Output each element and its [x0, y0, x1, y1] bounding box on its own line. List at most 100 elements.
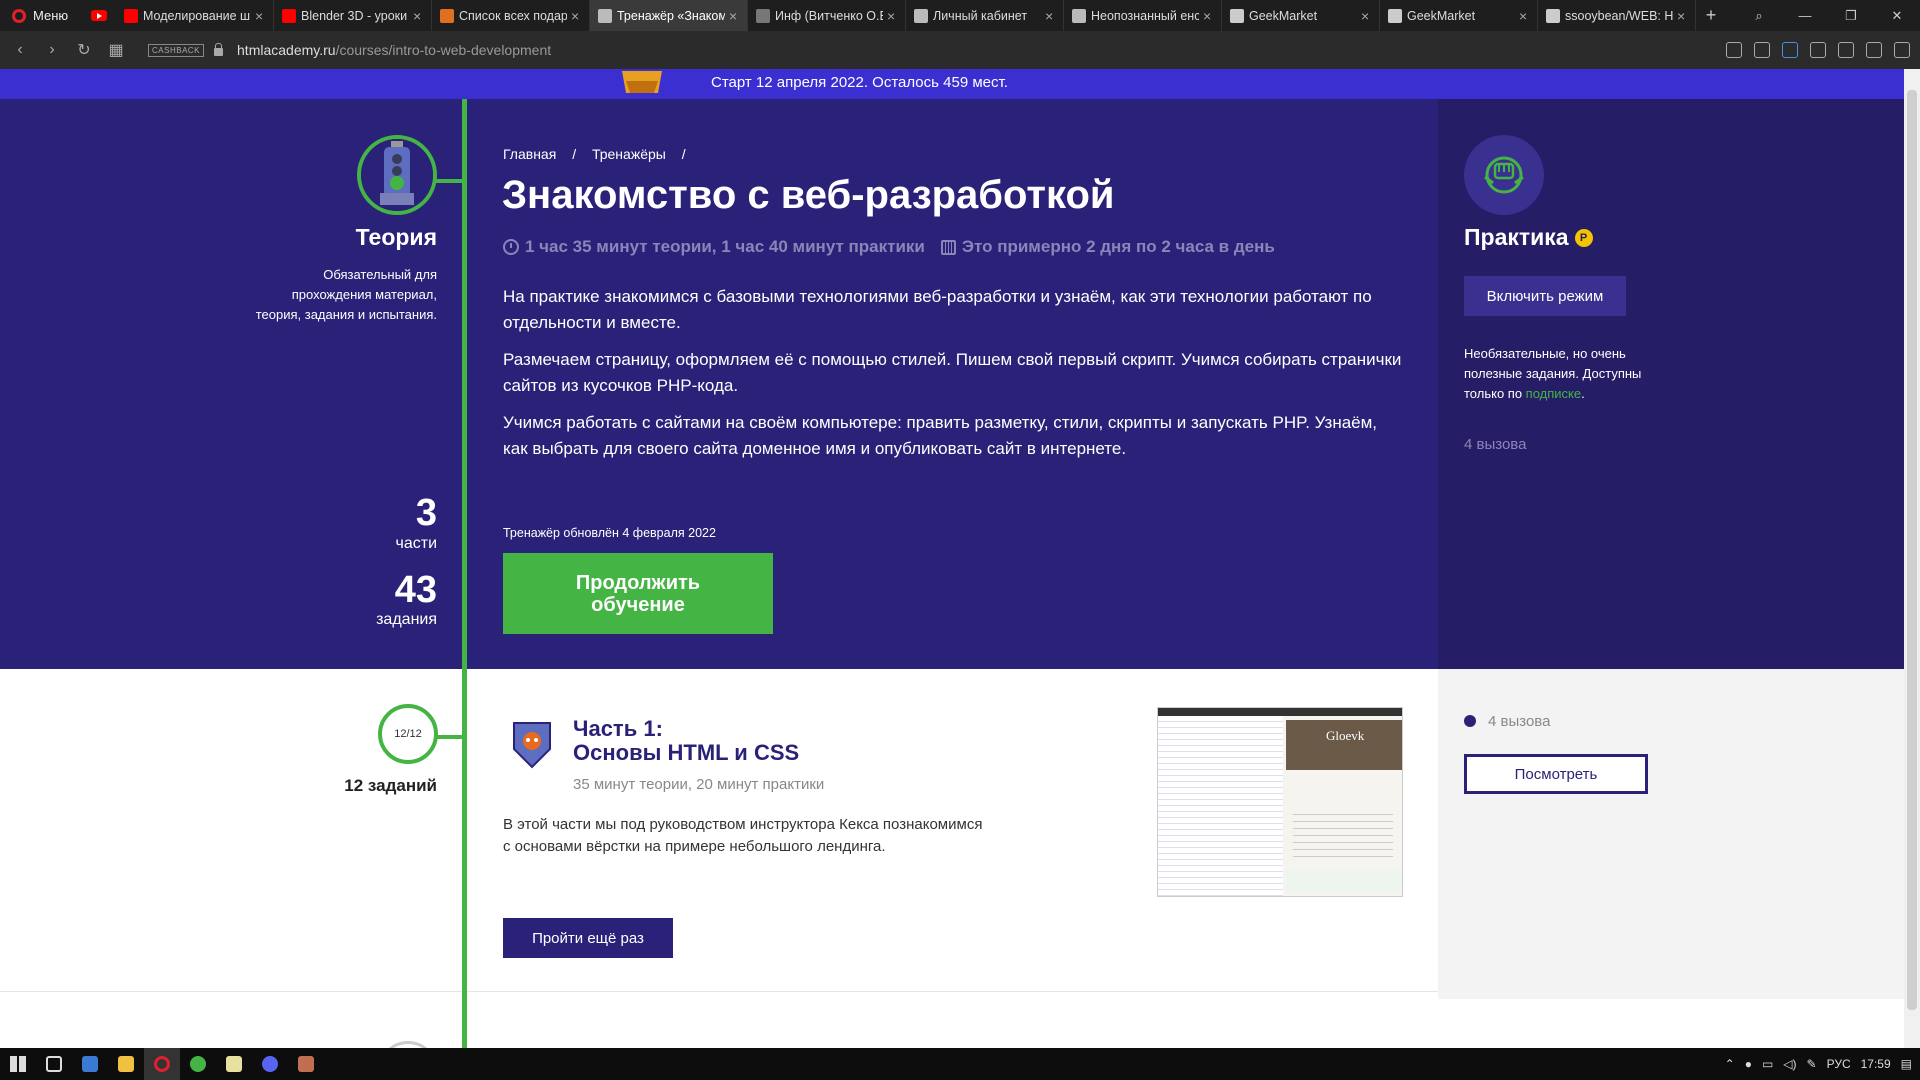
enable-mode-button[interactable]: Включить режим	[1464, 276, 1626, 316]
part-tasks-count: 12 заданий	[344, 776, 437, 795]
tab-close-icon[interactable]: ×	[571, 8, 583, 24]
url-field[interactable]: htmlacademy.ru/courses/intro-to-web-deve…	[237, 42, 551, 58]
tab-label: Список всех подар	[459, 8, 567, 23]
language-indicator[interactable]: РУС	[1827, 1057, 1851, 1071]
heart-icon[interactable]	[1838, 42, 1854, 58]
vpn-shield-icon[interactable]	[1782, 42, 1798, 58]
browser-tab[interactable]: GeekMarket ×	[1222, 0, 1380, 31]
taskbar-app[interactable]	[288, 1048, 324, 1080]
tab-favicon-icon	[124, 8, 138, 23]
start-button[interactable]	[0, 1048, 36, 1080]
updated-date: Тренажёр обновлён 4 февраля 2022	[503, 526, 716, 540]
taskbar-app[interactable]	[72, 1048, 108, 1080]
pinned-youtube-tab[interactable]	[82, 0, 116, 31]
tab-close-icon[interactable]: ×	[255, 8, 267, 24]
retry-button[interactable]: Пройти ещё раз	[503, 918, 673, 958]
tab-close-icon[interactable]: ×	[413, 8, 425, 24]
browser-menu-label: Меню	[33, 8, 69, 23]
traffic-light-icon	[361, 139, 433, 211]
taskbar-app[interactable]	[216, 1048, 252, 1080]
breadcrumb-separator: /	[572, 146, 577, 162]
system-tray: ⌃ ● ▭ ◁) ✎ РУС 17:59 ▤	[1725, 1048, 1912, 1080]
task-view-button[interactable]	[36, 1048, 72, 1080]
cashback-badge[interactable]: CASHBACK	[148, 43, 205, 57]
tab-label: Личный кабинет	[933, 8, 1028, 23]
reload-icon[interactable]: ↻	[68, 40, 100, 60]
browser-tab[interactable]: Blender 3D - уроки ×	[274, 0, 432, 31]
breadcrumb-trainers[interactable]: Тренажёры	[592, 146, 666, 162]
clock[interactable]: 17:59	[1861, 1057, 1891, 1071]
volume-icon[interactable]: ◁)	[1783, 1057, 1796, 1071]
forward-icon[interactable]: ›	[36, 41, 68, 59]
browser-tab[interactable]: Личный кабинет ×	[906, 0, 1064, 31]
tab-close-icon[interactable]: ×	[887, 8, 899, 24]
taskbar-app[interactable]	[108, 1048, 144, 1080]
share-icon[interactable]	[1726, 42, 1742, 58]
browser-tab[interactable]: Неопознанный енс ×	[1064, 0, 1222, 31]
pen-icon[interactable]: ✎	[1807, 1057, 1817, 1071]
network-icon[interactable]: ▭	[1762, 1057, 1773, 1071]
outlook-icon	[82, 1056, 98, 1072]
restore-button[interactable]: ❐	[1828, 0, 1874, 31]
part-title-line2: Основы HTML и CSS	[573, 740, 800, 765]
box-icon	[622, 71, 662, 93]
tab-favicon-icon	[756, 8, 770, 23]
part-title-line1: Часть 1:	[573, 716, 663, 741]
opera-icon	[154, 1056, 170, 1072]
browser-tab[interactable]: GeekMarket ×	[1380, 0, 1538, 31]
close-window-button[interactable]: ✕	[1874, 0, 1920, 31]
easy-setup-icon[interactable]	[1894, 42, 1910, 58]
scrollbar-thumb[interactable]	[1907, 90, 1917, 1010]
browser-menu-button[interactable]: Меню	[0, 0, 82, 31]
download-icon[interactable]	[1866, 42, 1882, 58]
new-tab-button[interactable]: +	[1696, 5, 1726, 26]
send-icon[interactable]	[1810, 42, 1826, 58]
tab-close-icon[interactable]: ×	[1045, 8, 1057, 24]
tab-strip: Моделирование ш × Blender 3D - уроки × Списо…	[116, 0, 1696, 31]
subscription-link[interactable]: подписке	[1526, 386, 1581, 401]
microphone-icon[interactable]: ●	[1745, 1057, 1752, 1071]
tab-close-icon[interactable]: ×	[1361, 8, 1373, 24]
parts-label: части	[395, 535, 438, 552]
promo-banner[interactable]: Старт 12 апреля 2022. Осталось 459 мест.	[0, 69, 1904, 99]
taskbar-app[interactable]	[252, 1048, 288, 1080]
browser-tab[interactable]: Инф (Витченко О.В ×	[748, 0, 906, 31]
taskbar-app[interactable]	[180, 1048, 216, 1080]
taskbar-app[interactable]	[144, 1048, 180, 1080]
parts-count: 3	[415, 492, 437, 534]
course-paragraph: На практике знакомимся с базовыми технол…	[503, 287, 1372, 332]
minimize-button[interactable]: —	[1782, 0, 1828, 31]
course-duration: 1 час 35 минут теории, 1 час 40 минут пр…	[525, 237, 925, 256]
browser-tab[interactable]: Список всех подар ×	[432, 0, 590, 31]
tray-arrow-icon[interactable]: ⌃	[1725, 1057, 1735, 1071]
tab-close-icon[interactable]: ×	[1203, 8, 1215, 24]
theory-badge	[357, 135, 437, 215]
part-progress-ring: 12/12	[378, 704, 438, 764]
tab-label: Моделирование ш	[143, 8, 251, 23]
practice-challenges: 4 вызова	[1464, 436, 1527, 453]
tab-close-icon[interactable]: ×	[729, 8, 741, 24]
tab-favicon-icon	[914, 8, 928, 23]
opera-logo-icon	[12, 8, 26, 23]
tab-label: GeekMarket	[1407, 8, 1476, 23]
tab-close-icon[interactable]: ×	[1519, 8, 1531, 24]
part-preview-image[interactable]: Gloevk	[1157, 707, 1403, 897]
fist-icon	[1484, 156, 1524, 194]
url-host: htmlacademy.ru	[237, 42, 336, 58]
browser-tab[interactable]: ssooybean/WEB: H ×	[1538, 0, 1696, 31]
browser-tab[interactable]: Тренажёр «Знаком ×	[590, 0, 748, 31]
search-tabs-icon[interactable]: ⌕	[1736, 0, 1782, 31]
part-title[interactable]: Часть 1: Основы HTML и CSS	[573, 717, 799, 765]
view-button[interactable]: Посмотреть	[1464, 754, 1648, 794]
browser-tab[interactable]: Моделирование ш ×	[116, 0, 274, 31]
continue-learning-button[interactable]: Продолжить обучение	[503, 553, 773, 634]
tab-favicon-icon	[1230, 8, 1244, 23]
lock-icon[interactable]	[214, 43, 224, 56]
tab-close-icon[interactable]: ×	[1677, 8, 1689, 24]
breadcrumb-home[interactable]: Главная	[503, 146, 556, 162]
shield-cat-icon	[513, 722, 551, 769]
speed-dial-icon[interactable]: ▦	[100, 40, 132, 60]
back-icon[interactable]: ‹	[4, 41, 36, 59]
notifications-icon[interactable]: ▤	[1901, 1057, 1912, 1071]
snapshot-icon[interactable]	[1754, 42, 1770, 58]
